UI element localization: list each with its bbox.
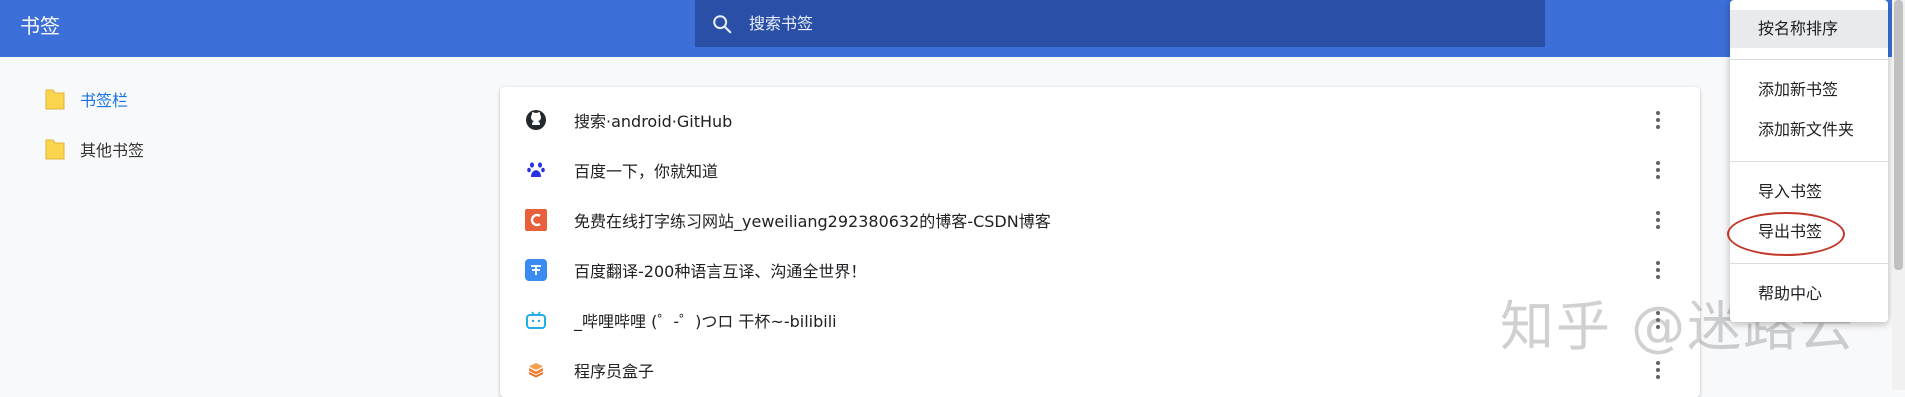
page-title: 书签 xyxy=(20,14,60,38)
github-icon xyxy=(524,108,548,132)
box-icon xyxy=(524,358,548,382)
bookmark-title: 百度翻译-200种语言互译、沟通全世界！ xyxy=(574,262,867,281)
menu-item-add-bookmark[interactable]: 添加新书签 xyxy=(1730,71,1888,109)
csdn-c-icon xyxy=(524,208,548,232)
bookmark-row[interactable]: 百度一下，你就知道 xyxy=(500,145,1700,195)
menu-item-import-bookmarks[interactable]: 导入书签 xyxy=(1730,173,1888,211)
search-bar[interactable] xyxy=(695,0,1545,47)
scrollbar-thumb[interactable] xyxy=(1894,0,1903,270)
bilibili-tv-icon xyxy=(524,308,548,332)
bookmark-title: _哔哩哔哩 (゜-゜)つロ 干杯~-bilibili xyxy=(574,312,837,331)
organize-menu: 按名称排序 添加新书签 添加新文件夹 导入书签 导出书签 帮助中心 xyxy=(1730,0,1888,322)
menu-item-add-folder[interactable]: 添加新文件夹 xyxy=(1730,111,1888,149)
translate-icon xyxy=(524,258,548,282)
menu-divider xyxy=(1730,161,1888,162)
sidebar-item-label: 其他书签 xyxy=(80,141,145,160)
sidebar-item-bookmarks-bar[interactable]: 书签栏 xyxy=(44,79,444,119)
folder-tree: 书签栏 其他书签 xyxy=(44,79,444,179)
search-icon xyxy=(713,14,732,33)
bookmark-title: 搜索·android·GitHub xyxy=(574,112,733,131)
baidu-paw-icon xyxy=(524,158,548,182)
bookmark-row[interactable]: 搜索·android·GitHub xyxy=(500,95,1700,145)
more-vert-icon[interactable] xyxy=(1646,258,1670,282)
menu-divider xyxy=(1730,59,1888,60)
sidebar-item-label: 书签栏 xyxy=(80,91,129,110)
menu-divider xyxy=(1730,263,1888,264)
toolbar: 书签 xyxy=(0,0,1905,57)
bookmark-title: 免费在线打字练习网站_yeweiliang292380632的博客-CSDN博客 xyxy=(574,212,1051,231)
more-vert-icon[interactable] xyxy=(1646,108,1670,132)
scrollbar[interactable] xyxy=(1892,0,1905,390)
menu-item-help-center[interactable]: 帮助中心 xyxy=(1730,275,1888,313)
folder-icon xyxy=(45,139,65,160)
more-vert-icon[interactable] xyxy=(1646,208,1670,232)
bookmark-title: 百度一下，你就知道 xyxy=(574,162,719,181)
menu-item-sort-by-name[interactable]: 按名称排序 xyxy=(1730,10,1888,48)
sidebar-item-other-bookmarks[interactable]: 其他书签 xyxy=(44,129,444,169)
more-vert-icon[interactable] xyxy=(1646,358,1670,382)
bookmark-title: 程序员盒子 xyxy=(574,362,655,381)
more-vert-icon[interactable] xyxy=(1646,158,1670,182)
search-input[interactable] xyxy=(747,13,1351,34)
menu-item-export-bookmarks[interactable]: 导出书签 xyxy=(1730,213,1888,251)
bookmark-row[interactable]: 免费在线打字练习网站_yeweiliang292380632的博客-CSDN博客 xyxy=(500,195,1700,245)
folder-icon xyxy=(45,89,65,110)
